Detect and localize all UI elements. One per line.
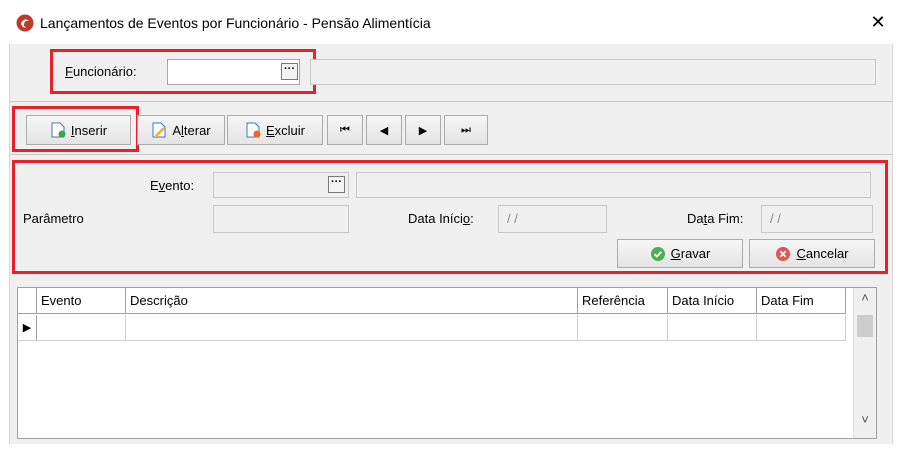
delete-doc-icon [246,122,261,138]
parametro-label: Parâmetro [23,211,84,226]
evento-description-field [356,172,871,198]
table-row-cell-data-fim[interactable] [757,315,846,341]
cancelar-label: Cancelar [796,246,849,261]
table-row-cell-referencia[interactable] [578,315,668,341]
app-logo-icon [16,14,34,32]
edit-pencil-icon [152,122,166,138]
prev-record-button[interactable]: ◀ [366,115,402,145]
scroll-thumb[interactable] [857,315,873,337]
excluir-label: Excluir [265,122,305,138]
data-inicio-label: Data Início: [408,211,474,226]
insert-doc-icon [51,122,66,138]
data-inicio-field: / / [498,205,607,233]
scroll-up-icon[interactable]: ˄ [854,290,876,310]
evento-lookup-button[interactable]: ··· [328,176,345,193]
column-header-descricao[interactable]: Descrição [126,288,578,314]
table-row-cell-evento[interactable] [37,315,126,341]
check-circle-icon [650,246,665,261]
data-fim-label: Data Fim: [687,211,744,226]
column-header-evento[interactable]: Evento [37,288,126,314]
gravar-button[interactable]: Gravar [617,239,743,268]
funcionario-lookup-button[interactable]: ··· [281,63,298,80]
scroll-down-icon[interactable]: ˅ [854,412,876,432]
separator [10,154,892,155]
parametro-field [213,205,349,233]
gravar-label: Gravar [670,246,711,261]
alterar-label: Alterar [172,122,211,138]
alterar-button[interactable]: Alterar [137,115,225,145]
grid-header-indicator [18,288,37,314]
table-row-cell-descricao[interactable] [126,315,578,341]
close-button[interactable]: ✕ [866,11,890,33]
evento-label: Evento: [150,178,195,193]
next-record-button[interactable]: ▶ [405,115,441,145]
column-header-referencia[interactable]: Referência [578,288,668,314]
column-header-data-inicio[interactable]: Data Início [668,288,757,314]
vertical-scrollbar[interactable]: ˄ ˅ [853,288,876,438]
separator [10,101,892,102]
excluir-button[interactable]: Excluir [227,115,323,145]
row-indicator-icon: ▶ [18,315,37,341]
first-record-button[interactable]: ⏮ [327,115,363,145]
window-title: Lançamentos de Eventos por Funcionário -… [40,15,431,31]
cancel-circle-icon [776,246,791,261]
inserir-label: Inserir [70,122,108,138]
cancelar-button[interactable]: Cancelar [749,239,875,268]
funcionario-label: Funcionário: [65,64,137,79]
column-header-data-fim[interactable]: Data Fim [757,288,846,314]
inserir-button[interactable]: Inserir [26,115,131,145]
funcionario-name-field [310,59,876,85]
last-record-button[interactable]: ⏭ [444,115,488,145]
title-bar: Lançamentos de Eventos por Funcionário -… [0,0,902,44]
events-grid[interactable]: Evento Descrição Referência Data Início … [17,287,877,439]
data-fim-field: / / [761,205,873,233]
table-row-cell-data-inicio[interactable] [668,315,757,341]
